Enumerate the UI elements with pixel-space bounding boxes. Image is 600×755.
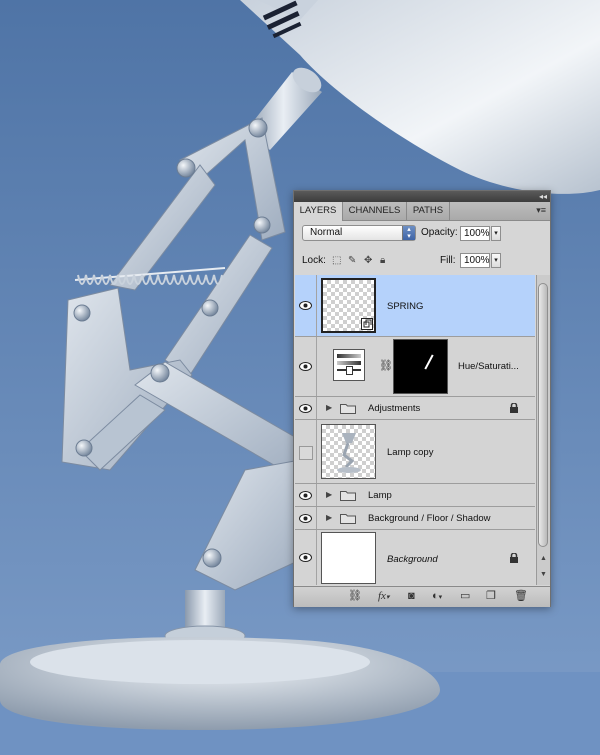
smart-object-icon [361, 318, 373, 330]
layer-name: Adjustments [368, 403, 421, 414]
visibility-toggle[interactable] [295, 275, 317, 336]
layers-list: SPRING ⛓︎ Hue/Saturati... ▶ Adjustments … [295, 275, 535, 585]
layer-name: SPRING [387, 301, 424, 312]
layer-mask-thumbnail[interactable] [393, 339, 448, 394]
eye-icon [299, 404, 312, 413]
layer-thumbnail [321, 278, 376, 333]
fx-icon[interactable]: fx▾ [378, 590, 389, 604]
eye-icon [299, 491, 312, 500]
folder-icon [340, 514, 356, 524]
visibility-toggle[interactable] [295, 484, 317, 506]
layer-row-adjustments[interactable]: ▶ Adjustments [295, 397, 535, 420]
panel-tab-bar: LAYERS CHANNELS PATHS ▾≡ [294, 202, 550, 221]
blend-mode-value: Normal [310, 227, 343, 238]
blend-mode-select[interactable]: Normal ▴ ▾ [302, 225, 416, 241]
expand-triangle-icon[interactable]: ▶ [326, 403, 332, 412]
lock-pixels-icon[interactable]: ✎ [348, 255, 356, 267]
new-group-icon[interactable]: ▭ [460, 590, 470, 603]
layer-row-hue-saturation[interactable]: ⛓︎ Hue/Saturati... [295, 337, 535, 397]
hidden-visibility-box [299, 446, 313, 460]
layer-name: Background / Floor / Shadow [368, 513, 491, 524]
eye-icon [299, 362, 312, 371]
opacity-field[interactable]: 100% [460, 226, 490, 241]
layer-thumbnail [321, 424, 376, 479]
layer-row-background-floor-shadow[interactable]: ▶ Background / Floor / Shadow [295, 507, 535, 530]
hue-saturation-adjustment-icon [333, 349, 365, 381]
lock-label: Lock: [302, 255, 326, 266]
layer-row-spring[interactable]: SPRING [295, 275, 535, 337]
eye-icon [299, 301, 312, 310]
eye-icon [299, 553, 312, 562]
expand-triangle-icon[interactable]: ▶ [326, 490, 332, 499]
tab-layers[interactable]: LAYERS [294, 202, 343, 221]
layer-name: Lamp copy [387, 447, 434, 458]
fill-field[interactable]: 100% [460, 253, 490, 268]
panel-menu-icon[interactable]: ▾≡ [536, 205, 546, 216]
eye-icon [299, 514, 312, 523]
lock-all-icon[interactable]: 🔒︎ [380, 255, 385, 267]
visibility-toggle[interactable] [295, 530, 317, 585]
layer-thumbnail [321, 532, 376, 584]
layer-row-lamp-copy[interactable]: Lamp copy [295, 420, 535, 484]
select-arrows-icon: ▴ ▾ [402, 226, 415, 240]
tab-channels[interactable]: CHANNELS [343, 202, 407, 220]
layer-name: Background [387, 554, 438, 565]
fill-label: Fill: [440, 255, 456, 266]
visibility-toggle[interactable] [295, 420, 317, 483]
delete-layer-icon[interactable]: 🗑︎ [514, 590, 528, 603]
scroll-down-icon[interactable]: ▼ [540, 571, 547, 578]
opacity-dropdown-icon[interactable]: ▾ [491, 226, 501, 241]
layers-panel: ◂◂ LAYERS CHANNELS PATHS ▾≡ Normal ▴ ▾ Op… [293, 190, 551, 607]
panel-titlebar[interactable]: ◂◂ [294, 191, 550, 202]
scrollbar-thumb[interactable] [538, 283, 548, 547]
fill-dropdown-icon[interactable]: ▾ [491, 253, 501, 268]
layers-scrollbar[interactable]: ▲ ▼ [536, 275, 550, 585]
layer-row-background[interactable]: Background [295, 530, 535, 585]
lock-transparency-icon[interactable]: ⬚ [332, 255, 341, 267]
opacity-label: Opacity: [421, 227, 458, 238]
lock-icon [510, 553, 518, 563]
layer-name: Lamp [368, 490, 392, 501]
link-chain-icon[interactable]: ⛓︎ [379, 359, 393, 372]
panel-bottom-toolbar: ⛓︎ fx▾ ◙ ◐▾ ▭ ❐ 🗑︎ [294, 586, 550, 607]
layer-row-lamp[interactable]: ▶ Lamp [295, 484, 535, 507]
expand-triangle-icon[interactable]: ▶ [326, 513, 332, 522]
new-layer-icon[interactable]: ❐ [486, 590, 496, 603]
lock-position-icon[interactable]: ✥ [364, 255, 372, 267]
folder-icon [340, 491, 356, 501]
visibility-toggle[interactable] [295, 397, 317, 419]
layer-name: Hue/Saturati... [458, 361, 519, 372]
visibility-toggle[interactable] [295, 507, 317, 529]
lamp-thumbnail-icon [337, 433, 361, 473]
lock-icon [510, 403, 518, 413]
adjustment-layer-icon[interactable]: ◐▾ [432, 590, 442, 604]
link-layers-icon[interactable]: ⛓︎ [348, 590, 362, 603]
collapse-icon[interactable]: ◂◂ [539, 191, 547, 202]
visibility-toggle[interactable] [295, 337, 317, 396]
folder-icon [340, 404, 356, 414]
scroll-up-icon[interactable]: ▲ [540, 555, 547, 562]
tab-paths[interactable]: PATHS [407, 202, 450, 220]
add-mask-icon[interactable]: ◙ [408, 590, 415, 603]
